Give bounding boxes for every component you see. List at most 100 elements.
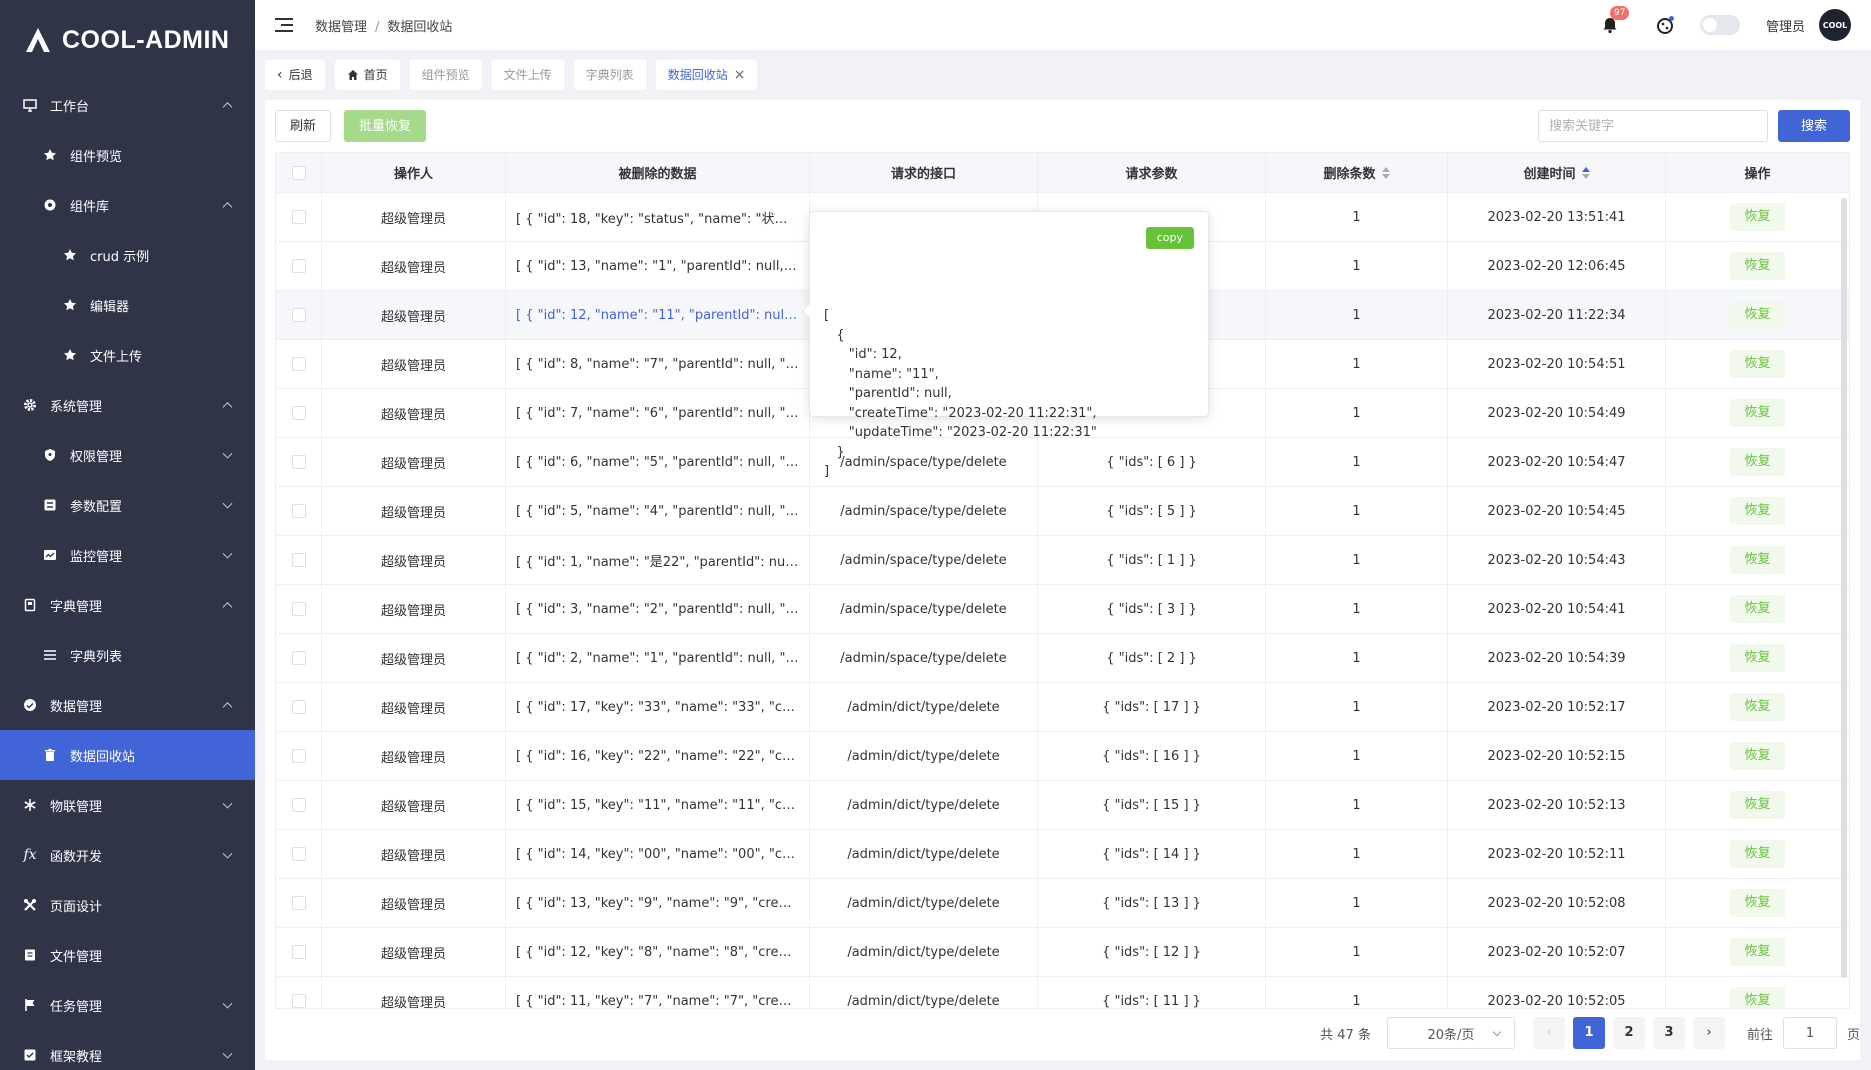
app-logo[interactable]: COOL-ADMIN <box>0 0 255 80</box>
copy-button[interactable]: copy <box>1145 227 1194 249</box>
deleted-data-cell[interactable]: [ { "id": 18, "key": "status", "name": "… <box>506 193 810 241</box>
sidebar-item-5[interactable]: 文件上传 <box>0 330 255 380</box>
tab-5[interactable]: 数据回收站 × <box>655 60 758 90</box>
restore-button[interactable]: 恢复 <box>1730 595 1785 623</box>
deleted-data-cell[interactable]: [ { "id": 8, "name": "7", "parentId": nu… <box>506 340 810 388</box>
restore-button[interactable]: 恢复 <box>1730 693 1785 721</box>
avatar[interactable]: COOL <box>1819 9 1851 41</box>
tab-3[interactable]: 文件上传 <box>491 60 564 90</box>
sidebar-item-9[interactable]: 监控管理 <box>0 530 255 580</box>
sidebar-item-7[interactable]: 权限管理 <box>0 430 255 480</box>
restore-button[interactable]: 恢复 <box>1730 938 1785 966</box>
page-size-select[interactable]: 20条/页 <box>1386 1017 1515 1049</box>
row-checkbox[interactable] <box>291 651 306 665</box>
table-row[interactable]: 超级管理员[ { "id": 14, "key": "00", "name": … <box>276 830 1849 879</box>
sort-icon[interactable] <box>1381 166 1390 179</box>
search-input[interactable] <box>1538 110 1768 142</box>
sidebar-item-11[interactable]: 字典列表 <box>0 630 255 680</box>
row-checkbox[interactable] <box>291 798 306 812</box>
row-checkbox[interactable] <box>291 455 306 469</box>
sidebar-item-10[interactable]: 字典管理 <box>0 580 255 630</box>
row-checkbox[interactable] <box>291 406 306 420</box>
search-button[interactable]: 搜索 <box>1778 110 1850 142</box>
row-checkbox[interactable] <box>291 945 306 959</box>
page-1-button[interactable]: 1 <box>1572 1017 1605 1049</box>
restore-button[interactable]: 恢复 <box>1730 644 1785 672</box>
select-all-checkbox[interactable] <box>291 165 306 180</box>
restore-button[interactable]: 恢复 <box>1730 301 1785 329</box>
sidebar-item-3[interactable]: crud 示例 <box>0 230 255 280</box>
row-checkbox[interactable] <box>291 994 306 1008</box>
deleted-data-cell[interactable]: [ { "id": 1, "name": "是22", "parentId": … <box>506 536 810 584</box>
table-row[interactable]: 超级管理员[ { "id": 3, "name": "2", "parentId… <box>276 585 1849 634</box>
restore-button[interactable]: 恢复 <box>1730 252 1785 280</box>
table-row[interactable]: 超级管理员[ { "id": 1, "name": "是22", "parent… <box>276 536 1849 585</box>
restore-button[interactable]: 恢复 <box>1730 448 1785 476</box>
row-checkbox[interactable] <box>291 259 306 273</box>
row-checkbox[interactable] <box>291 700 306 714</box>
sidebar-item-16[interactable]: 页面设计 <box>0 880 255 930</box>
restore-button[interactable]: 恢复 <box>1730 399 1785 427</box>
table-row[interactable]: 超级管理员[ { "id": 17, "key": "33", "name": … <box>276 683 1849 732</box>
restore-button[interactable]: 恢复 <box>1730 840 1785 868</box>
sidebar-item-14[interactable]: 物联管理 <box>0 780 255 830</box>
sidebar-item-4[interactable]: 编辑器 <box>0 280 255 330</box>
deleted-data-cell[interactable]: [ { "id": 7, "name": "6", "parentId": nu… <box>506 389 810 437</box>
restore-button[interactable]: 恢复 <box>1730 791 1785 819</box>
close-icon[interactable]: × <box>734 60 746 90</box>
table-scrollbar[interactable] <box>1841 198 1847 978</box>
restore-button[interactable]: 恢复 <box>1730 203 1785 231</box>
restore-button[interactable]: 恢复 <box>1730 546 1785 574</box>
row-checkbox[interactable] <box>291 749 306 763</box>
restore-button[interactable]: 恢复 <box>1730 987 1785 1008</box>
page-2-button[interactable]: 2 <box>1612 1017 1645 1049</box>
table-row[interactable]: 超级管理员[ { "id": 13, "key": "9", "name": "… <box>276 879 1849 928</box>
deleted-data-cell[interactable]: [ { "id": 12, "key": "8", "name": "8", "… <box>506 928 810 976</box>
refresh-button[interactable]: 刷新 <box>275 110 332 142</box>
deleted-data-cell[interactable]: [ { "id": 13, "name": "1", "parentId": n… <box>506 242 810 290</box>
table-row[interactable]: 超级管理员[ { "id": 12, "key": "8", "name": "… <box>276 928 1849 977</box>
sidebar-item-15[interactable]: fx 函数开发 <box>0 830 255 880</box>
deleted-data-cell[interactable]: [ { "id": 11, "key": "7", "name": "7", "… <box>506 977 810 1008</box>
prev-page-button[interactable]: ‹ <box>1532 1017 1565 1049</box>
batch-restore-button[interactable]: 批量恢复 <box>344 110 427 142</box>
sidebar-item-13[interactable]: 数据回收站 <box>0 730 255 780</box>
deleted-data-cell[interactable]: [ { "id": 5, "name": "4", "parentId": nu… <box>506 487 810 535</box>
deleted-data-cell[interactable]: [ { "id": 17, "key": "33", "name": "33",… <box>506 683 810 731</box>
deleted-data-cell[interactable]: [ { "id": 13, "key": "9", "name": "9", "… <box>506 879 810 927</box>
tab-2[interactable]: 组件预览 <box>409 60 482 90</box>
next-page-button[interactable]: › <box>1692 1017 1725 1049</box>
row-checkbox[interactable] <box>291 602 306 616</box>
restore-button[interactable]: 恢复 <box>1730 497 1785 525</box>
breadcrumb-item[interactable]: 数据管理 <box>315 20 367 35</box>
tab-1[interactable]: 首页 <box>334 60 400 90</box>
theme-palette-icon[interactable] <box>1656 15 1676 35</box>
sidebar-item-18[interactable]: 任务管理 <box>0 980 255 1030</box>
row-checkbox[interactable] <box>291 210 306 224</box>
row-checkbox[interactable] <box>291 504 306 518</box>
sidebar-item-6[interactable]: 系统管理 <box>0 380 255 430</box>
row-checkbox[interactable] <box>291 896 306 910</box>
tab-4[interactable]: 字典列表 <box>573 60 646 90</box>
deleted-data-cell[interactable]: [ { "id": 14, "key": "00", "name": "00",… <box>506 830 810 878</box>
restore-button[interactable]: 恢复 <box>1730 742 1785 770</box>
deleted-data-cell[interactable]: [ { "id": 2, "name": "1", "parentId": nu… <box>506 634 810 682</box>
deleted-data-cell[interactable]: [ { "id": 3, "name": "2", "parentId": nu… <box>506 585 810 633</box>
deleted-data-cell[interactable]: [ { "id": 6, "name": "5", "parentId": nu… <box>506 438 810 486</box>
page-3-button[interactable]: 3 <box>1652 1017 1685 1049</box>
row-checkbox[interactable] <box>291 553 306 567</box>
table-row[interactable]: 超级管理员[ { "id": 16, "key": "22", "name": … <box>276 732 1849 781</box>
sidebar-item-0[interactable]: 工作台 <box>0 80 255 130</box>
deleted-data-cell[interactable]: [ { "id": 12, "name": "11", "parentId": … <box>506 291 810 339</box>
row-checkbox[interactable] <box>291 308 306 322</box>
menu-toggle-icon[interactable] <box>275 18 293 32</box>
table-row[interactable]: 超级管理员[ { "id": 11, "key": "7", "name": "… <box>276 977 1849 1008</box>
table-row[interactable]: 超级管理员[ { "id": 15, "key": "11", "name": … <box>276 781 1849 830</box>
user-name[interactable]: 管理员 <box>1766 16 1805 35</box>
row-checkbox[interactable] <box>291 847 306 861</box>
restore-button[interactable]: 恢复 <box>1730 889 1785 917</box>
dark-mode-toggle[interactable] <box>1699 15 1740 35</box>
sidebar-item-8[interactable]: 参数配置 <box>0 480 255 530</box>
tab-0[interactable]: ‹ 后退 <box>265 60 325 90</box>
deleted-data-cell[interactable]: [ { "id": 16, "key": "22", "name": "22",… <box>506 732 810 780</box>
